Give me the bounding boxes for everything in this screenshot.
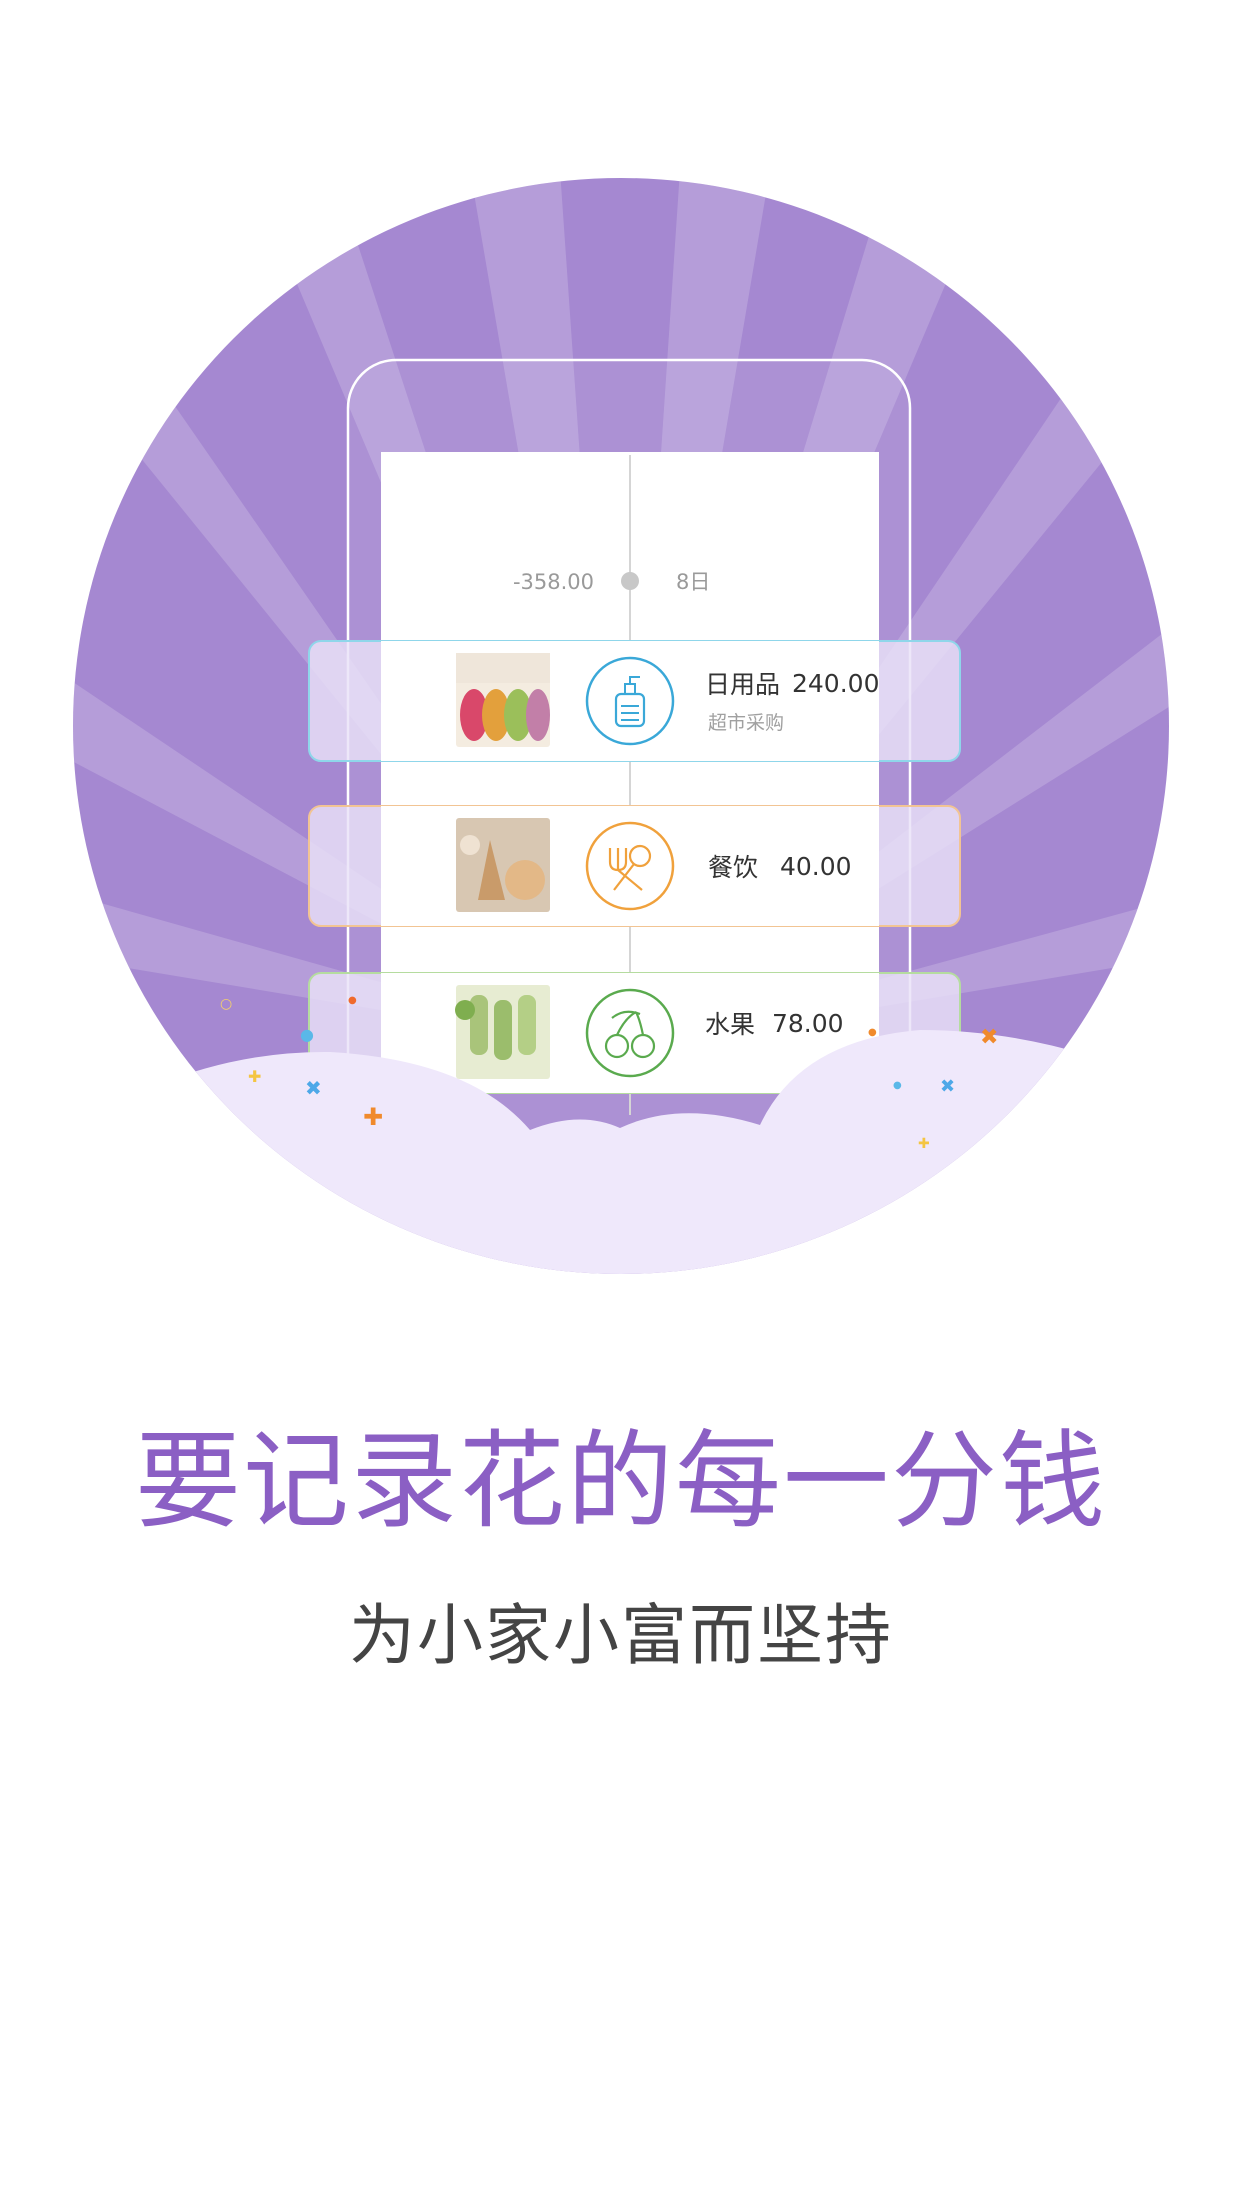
lotion-bottle-icon (585, 656, 675, 746)
svg-text:●: ● (868, 1027, 877, 1038)
entry-category: 餐饮 (708, 853, 758, 882)
hero-illustration: -358.00 8日 日用品 240.00 超市采购 餐饮 40.00 水果 7… (73, 178, 1169, 1274)
fork-spoon-icon (585, 821, 675, 911)
entry-note: 超市采购 (708, 712, 784, 734)
svg-text:✖: ✖ (305, 1076, 322, 1100)
headline: 要记录花的每一分钱 (135, 1420, 1107, 1543)
cherry-icon (585, 988, 675, 1078)
svg-text:✚: ✚ (918, 1136, 930, 1152)
entry-category: 水果 (705, 1010, 755, 1039)
entry-category: 日用品 (705, 670, 780, 699)
svg-text:○: ○ (220, 996, 232, 1012)
svg-text:✚: ✚ (248, 1067, 261, 1086)
svg-text:✚: ✚ (363, 1103, 383, 1131)
entry-card-dining[interactable]: 餐饮 40.00 (308, 805, 961, 927)
svg-text:●: ● (893, 1080, 902, 1091)
day-label: 8日 (676, 570, 710, 594)
entry-amount: 78.00 (772, 1009, 844, 1038)
popsicles-thumbnail (455, 985, 550, 1079)
timeline-dot (621, 572, 639, 590)
macarons-thumbnail (456, 653, 550, 747)
entry-card-daily-goods[interactable]: 日用品 240.00 超市采购 (308, 640, 961, 762)
daily-total: -358.00 (513, 570, 594, 594)
svg-text:✖: ✖ (940, 1076, 955, 1097)
cookies-thumbnail (456, 818, 550, 912)
svg-text:●: ● (348, 995, 357, 1006)
svg-text:●: ● (300, 1025, 314, 1044)
svg-text:✖: ✖ (980, 1025, 998, 1050)
entry-amount: 40.00 (780, 852, 852, 881)
entry-amount: 240.00 (792, 669, 879, 698)
subline: 为小家小富而坚持 (349, 1597, 893, 1674)
